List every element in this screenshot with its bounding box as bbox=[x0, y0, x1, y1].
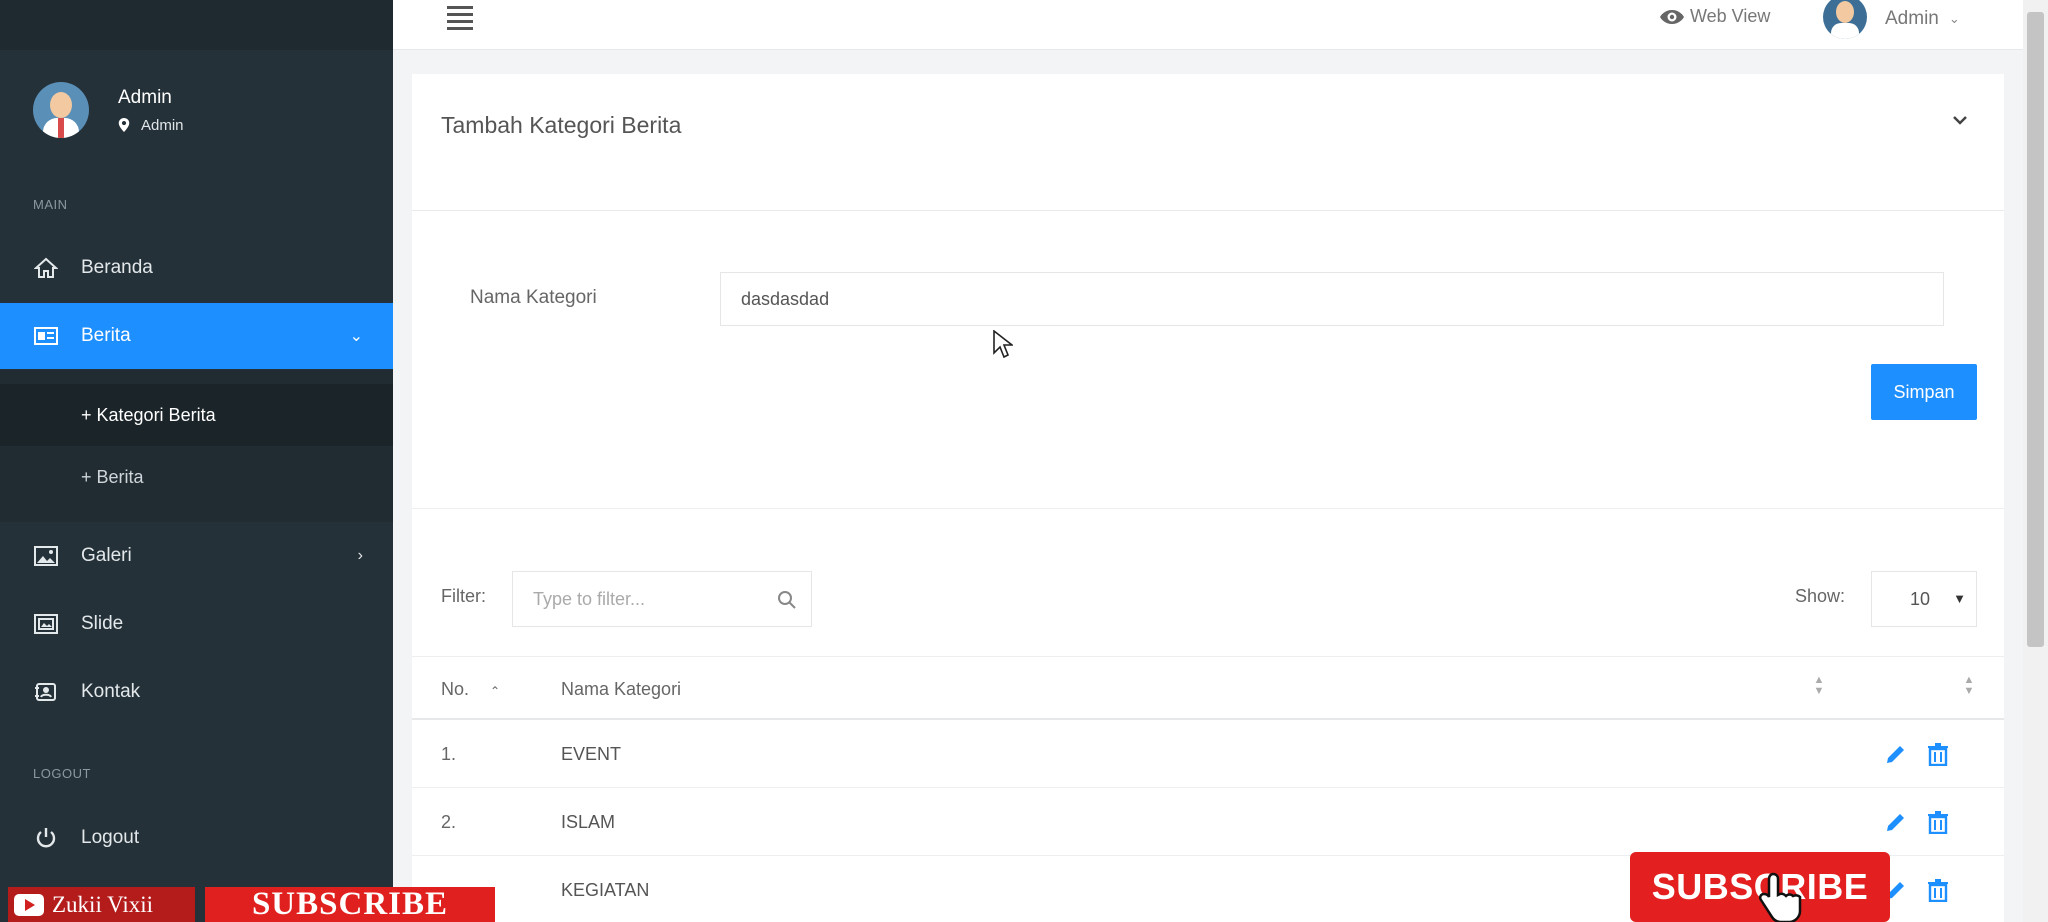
sort-icon[interactable]: ▲ ▼ bbox=[1962, 675, 1976, 701]
search-icon bbox=[778, 591, 796, 609]
channel-banner: Zukii Vixii SUBSCRIBE bbox=[8, 886, 495, 922]
home-icon bbox=[33, 257, 59, 279]
show-label: Show: bbox=[1795, 586, 1846, 606]
sidebar-item-berita[interactable]: Berita ⌄ bbox=[0, 303, 393, 369]
slides-icon bbox=[33, 613, 59, 635]
simpan-button[interactable]: Simpan bbox=[1871, 364, 1977, 420]
chevron-down-icon: ⌄ bbox=[1948, 11, 1960, 26]
sidebar-item-label: Slide bbox=[81, 613, 124, 634]
sidebar-item-label: Galeri bbox=[81, 545, 132, 566]
scrollbar-thumb[interactable] bbox=[2027, 12, 2044, 647]
youtube-logo-icon bbox=[14, 893, 44, 916]
show-entries-value: 10 bbox=[1910, 589, 1931, 609]
sidebar-item-label: Beranda bbox=[81, 257, 153, 278]
power-icon bbox=[33, 827, 59, 849]
divider bbox=[412, 508, 2004, 509]
section-label-logout: LOGOUT bbox=[33, 766, 91, 781]
panel-header: Tambah Kategori Berita bbox=[412, 74, 2004, 211]
filter-input[interactable]: Type to filter... bbox=[512, 571, 812, 627]
column-no[interactable]: No. ⌃ bbox=[441, 679, 500, 700]
web-view-label: Web View bbox=[1690, 6, 1771, 26]
row-name: ISLAM bbox=[561, 812, 616, 832]
news-icon bbox=[33, 325, 59, 347]
page-scrollbar[interactable] bbox=[2023, 0, 2048, 922]
sidebar-user-role-text: Admin bbox=[141, 116, 184, 134]
channel-name: Zukii Vixii bbox=[52, 891, 154, 917]
table-row: 1. EVENT bbox=[412, 720, 2004, 788]
sidebar-item-slide[interactable]: Slide bbox=[0, 591, 393, 657]
table-row: 2. ISLAM bbox=[412, 788, 2004, 856]
sidebar-item-beranda[interactable]: Beranda bbox=[0, 235, 393, 301]
chevron-down-icon: ⌄ bbox=[349, 328, 363, 345]
location-pin-icon bbox=[118, 118, 130, 132]
sidebar-item-kontak[interactable]: Kontak bbox=[0, 659, 393, 725]
filter-placeholder: Type to filter... bbox=[533, 589, 646, 609]
caret-down-icon: ▼ bbox=[1953, 591, 1966, 606]
sidebar-item-galeri[interactable]: Galeri › bbox=[0, 523, 393, 589]
subscribe-banner: SUBSCRIBE bbox=[205, 886, 495, 922]
nama-kategori-label: Nama Kategori bbox=[470, 287, 597, 308]
section-label-main: MAIN bbox=[33, 197, 68, 212]
sidebar-user-name: Admin bbox=[118, 86, 172, 108]
row-number: 2. bbox=[441, 812, 457, 832]
pencil-icon[interactable] bbox=[1884, 742, 1908, 766]
column-no-label: No. bbox=[441, 679, 470, 699]
sidebar-subitem-kategori-berita[interactable]: + Kategori Berita bbox=[0, 384, 393, 446]
sidebar: Admin Admin MAIN Beranda Berita ⌄ + Kate… bbox=[0, 0, 393, 922]
row-name: KEGIATAN bbox=[561, 880, 650, 900]
table-header: No. ⌃ Nama Kategori ▲ ▼ ▲ ▼ bbox=[412, 656, 2004, 720]
avatar bbox=[33, 82, 89, 138]
hand-pointer-icon bbox=[1758, 872, 1802, 922]
eye-icon bbox=[1660, 9, 1684, 24]
trash-icon[interactable] bbox=[1927, 742, 1949, 766]
sidebar-brand-bar bbox=[0, 0, 393, 50]
sort-ascending-icon: ⌃ bbox=[490, 684, 501, 698]
sidebar-item-label: Berita bbox=[81, 325, 131, 346]
mouse-cursor-icon bbox=[993, 330, 1013, 359]
sort-icon[interactable]: ▲ ▼ bbox=[1812, 675, 1826, 701]
sidebar-user-card: Admin Admin bbox=[33, 82, 184, 138]
sidebar-item-label: Kontak bbox=[81, 681, 141, 702]
row-name: EVENT bbox=[561, 744, 622, 764]
sidebar-item-label: Logout bbox=[81, 827, 140, 848]
row-number: 1. bbox=[441, 744, 457, 764]
sidebar-subitem-berita[interactable]: + Berita bbox=[0, 446, 393, 508]
avatar bbox=[1823, 0, 1867, 39]
show-entries-select[interactable]: 10 ▼ bbox=[1871, 571, 1977, 627]
user-menu[interactable]: Admin ⌄ bbox=[1823, 0, 1960, 39]
page-title: Tambah Kategori Berita bbox=[441, 112, 682, 138]
column-nama-kategori[interactable]: Nama Kategori bbox=[561, 679, 681, 700]
channel-name-badge: Zukii Vixii bbox=[8, 887, 195, 922]
trash-icon[interactable] bbox=[1927, 810, 1949, 834]
main-panel: Tambah Kategori Berita Nama Kategori das… bbox=[412, 74, 2004, 922]
web-view-link[interactable]: Web View bbox=[1660, 6, 1770, 27]
trash-icon[interactable] bbox=[1927, 878, 1949, 902]
chevron-right-icon: › bbox=[357, 547, 363, 564]
image-icon bbox=[33, 545, 59, 567]
topbar: Web View Admin ⌄ bbox=[393, 0, 2023, 50]
user-menu-name: Admin bbox=[1885, 8, 1939, 29]
chevron-down-icon[interactable] bbox=[1952, 114, 1968, 126]
sidebar-user-role: Admin bbox=[118, 117, 184, 134]
contact-icon bbox=[33, 681, 59, 703]
hamburger-menu-icon[interactable] bbox=[447, 6, 473, 30]
nama-kategori-input[interactable]: dasdasdad bbox=[720, 272, 1944, 326]
pencil-icon[interactable] bbox=[1884, 810, 1908, 834]
filter-label: Filter: bbox=[441, 586, 486, 606]
sidebar-item-logout[interactable]: Logout bbox=[0, 805, 393, 871]
